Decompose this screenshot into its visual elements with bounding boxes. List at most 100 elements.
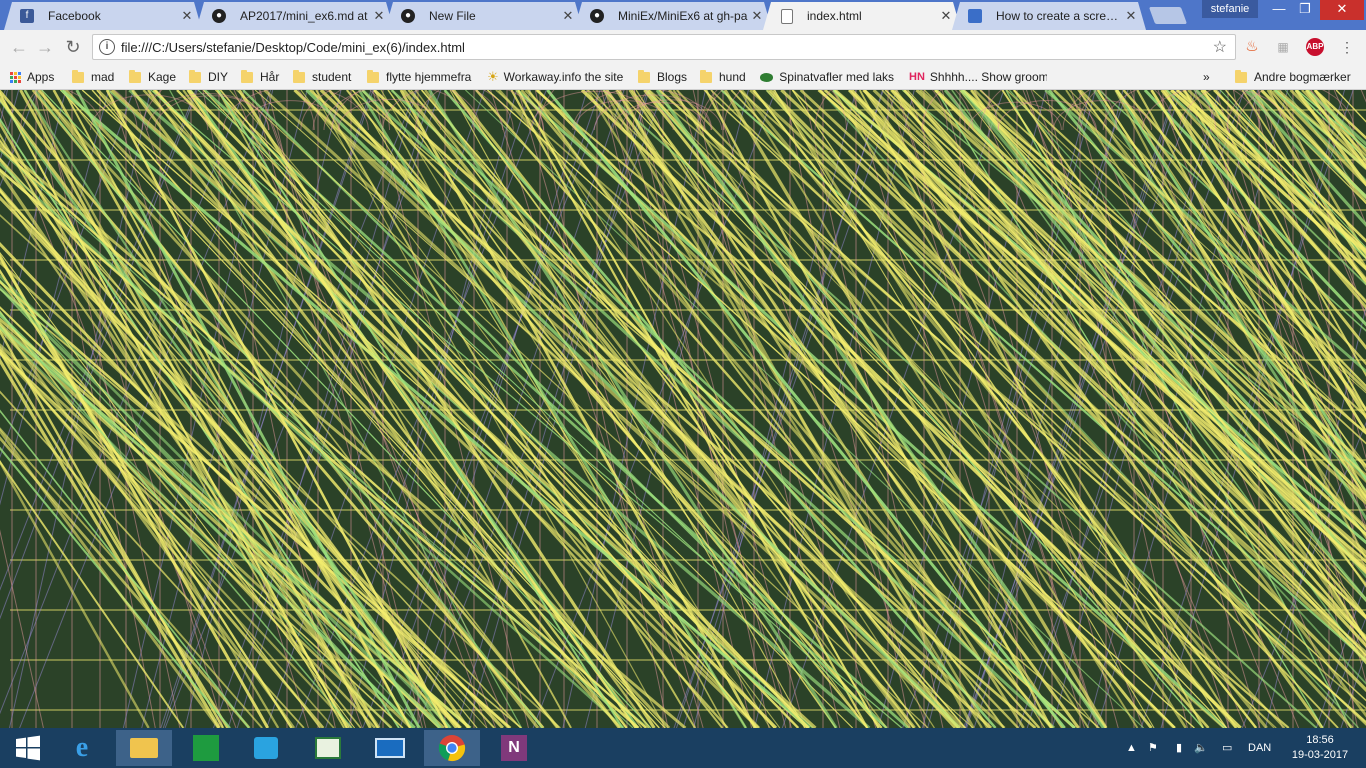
bookmark-kage[interactable]: Kage [129, 68, 176, 86]
chrome-icon[interactable] [424, 730, 480, 766]
close-tab-icon[interactable]: ✕ [372, 8, 386, 24]
bookmark-workaway[interactable]: ☀ Workaway.info the site [487, 68, 625, 86]
url-text[interactable]: file:///C:/Users/stefanie/Desktop/Code/m… [121, 40, 465, 55]
bookmark-diy[interactable]: DIY [189, 68, 228, 86]
adblock-icon[interactable]: ABP [1306, 38, 1324, 56]
bookmark-hund[interactable]: hund [700, 68, 746, 86]
art-line [0, 90, 8, 126]
leaf-icon [760, 72, 774, 82]
bookmark-label: Andre bogmærker [1254, 70, 1351, 84]
new-tab-button[interactable] [1148, 7, 1188, 24]
system-clock[interactable]: 18:56 19-03-2017 [1290, 733, 1350, 763]
show-hidden-icons-chevron[interactable]: ▲ [1126, 728, 1137, 768]
close-tab-icon[interactable]: ✕ [561, 8, 575, 24]
folder-icon [638, 69, 650, 83]
github-icon: ● [212, 9, 226, 23]
tab-screenshot-howto[interactable]: How to create a screens ✕ [952, 2, 1146, 30]
tab-strip: f Facebook ✕ ● AP2017/mini_ex6.md at ✕ ●… [0, 0, 1366, 30]
windows-store-icon[interactable] [178, 730, 234, 766]
folder-icon [700, 69, 712, 83]
bookmark-label: hund [719, 70, 746, 84]
folder-icon [189, 69, 201, 83]
language-indicator[interactable]: DAN [1248, 728, 1271, 768]
bookmark-apps[interactable]: Apps [10, 68, 54, 86]
folder-icon [129, 69, 141, 83]
bookmark-student[interactable]: student [293, 68, 351, 86]
bookmark-spinatvafler[interactable]: Spinatvafler med laks [760, 68, 894, 86]
tab-miniex[interactable]: ● MiniEx/MiniEx6 at gh-pa ✕ [574, 2, 772, 30]
bookmark-star-icon[interactable]: ☆ [1213, 37, 1227, 57]
info-icon[interactable]: i [99, 39, 115, 55]
folder-icon [367, 69, 379, 83]
notification-icon[interactable]: ▭ [1222, 728, 1232, 768]
windows-start-icon[interactable] [0, 730, 56, 766]
close-tab-icon[interactable]: ✕ [1124, 8, 1138, 24]
bookmark-shhhh[interactable]: HN Shhhh.... Show groom [909, 68, 1047, 86]
tab-title: Facebook [48, 9, 101, 23]
bookmark-label: mad [91, 70, 115, 84]
bookmark-mad[interactable]: mad [72, 68, 114, 86]
windows-taskbar: e N ▲ ⚑ ▮ 🔈 ▭ DAN 18:56 19-03-2017 [0, 728, 1366, 768]
tab-index-html[interactable]: index.html ✕ [763, 2, 961, 30]
tab-facebook[interactable]: f Facebook ✕ [4, 2, 202, 30]
restore-icon[interactable]: ❐ [1292, 0, 1318, 20]
tab-title: AP2017/mini_ex6.md at [240, 9, 368, 23]
menu-icon[interactable]: ⋮ [1338, 38, 1356, 56]
close-tab-icon[interactable]: ✕ [939, 8, 953, 24]
bookmark-other[interactable]: Andre bogmærker [1235, 68, 1351, 86]
profile-button[interactable]: stefanie [1202, 0, 1258, 18]
generative-line-art [0, 90, 1366, 728]
file-explorer-icon[interactable] [116, 730, 172, 766]
art-line [0, 90, 6, 105]
back-icon[interactable]: ← [8, 36, 30, 58]
browser-toolbar: ← → ↻ i file:///C:/Users/stefanie/Deskto… [0, 30, 1366, 64]
hn-icon: HN [909, 71, 925, 83]
close-tab-icon[interactable]: ✕ [180, 8, 194, 24]
folder-icon [1235, 69, 1247, 83]
tab-ap2017[interactable]: ● AP2017/mini_ex6.md at ✕ [196, 2, 394, 30]
forward-icon[interactable]: → [34, 36, 56, 58]
bookmark-overflow-chevron[interactable]: » [1203, 68, 1210, 86]
internet-explorer-icon[interactable]: e [54, 730, 110, 766]
tab-title: New File [429, 9, 476, 23]
folder-icon [72, 69, 84, 83]
bookmark-label: Blogs [657, 70, 688, 84]
p5-canvas[interactable] [0, 90, 1366, 728]
battery-icon[interactable]: ▮ [1176, 728, 1182, 768]
reload-icon[interactable]: ↻ [62, 36, 84, 58]
bookmark-label: flytte hjemmefra [386, 70, 472, 84]
address-bar[interactable]: i file:///C:/Users/stefanie/Desktop/Code… [92, 34, 1236, 60]
bookmark-label: DIY [208, 70, 229, 84]
onenote-icon[interactable]: N [486, 730, 542, 766]
bookmark-blogs[interactable]: Blogs [638, 68, 687, 86]
folder-icon [241, 69, 253, 83]
bookmark-label: student [312, 70, 352, 84]
page-icon [968, 9, 982, 23]
puzzle-icon[interactable]: ▦ [1274, 38, 1292, 56]
folder-icon [293, 69, 305, 83]
bookmarks-bar: Apps mad Kage DIY Hår student flytte hje… [0, 64, 1366, 90]
lenovo-icon[interactable] [362, 730, 418, 766]
fire-icon[interactable]: ♨ [1243, 38, 1261, 56]
clock-date: 19-03-2017 [1291, 749, 1349, 761]
file-icon [781, 9, 793, 24]
github-icon: ● [401, 9, 415, 23]
bookmark-har[interactable]: Hår [241, 68, 279, 86]
volume-icon[interactable]: 🔈 [1194, 728, 1208, 768]
bookmark-label: Hår [260, 70, 280, 84]
bookmark-flytte-hjemmefra[interactable]: flytte hjemmefra [367, 68, 471, 86]
facebook-icon: f [20, 9, 34, 23]
tab-new-file[interactable]: ● New File ✕ [385, 2, 583, 30]
bookmark-label: Workaway.info the site [503, 70, 624, 84]
tab-title: index.html [807, 9, 862, 23]
reader-icon[interactable] [300, 730, 356, 766]
minimize-icon[interactable]: — [1266, 0, 1292, 20]
store-bag-icon[interactable] [238, 730, 294, 766]
bookmark-label: Spinatvafler med laks [779, 70, 894, 84]
close-tab-icon[interactable]: ✕ [750, 8, 764, 24]
bookmark-label: Apps [27, 70, 55, 84]
close-window-icon[interactable]: ✕ [1320, 0, 1364, 20]
bookmark-label: Kage [148, 70, 177, 84]
flag-icon[interactable]: ⚑ [1148, 728, 1158, 768]
tab-title: MiniEx/MiniEx6 at gh-pa [618, 9, 748, 23]
